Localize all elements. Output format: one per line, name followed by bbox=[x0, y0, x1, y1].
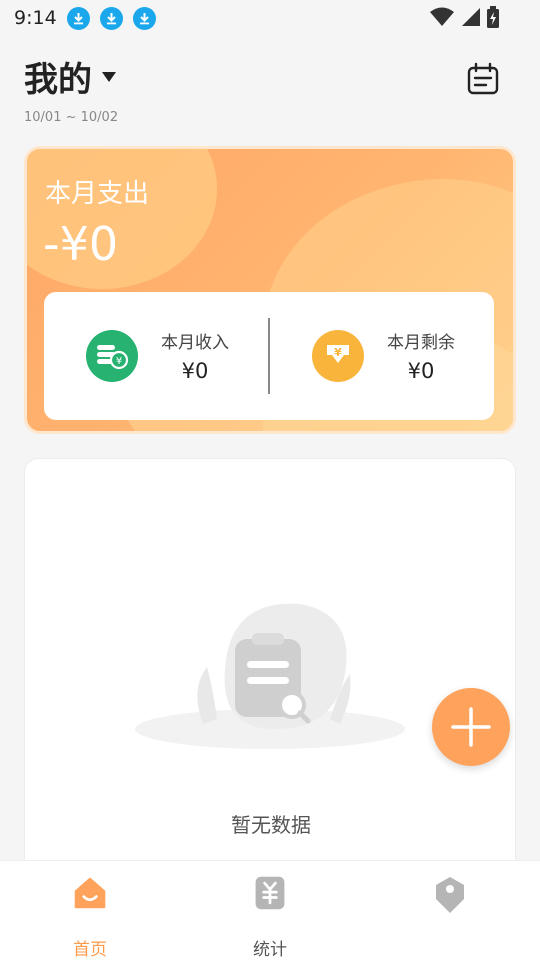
monthly-remaining-value: ¥0 bbox=[407, 359, 435, 383]
monthly-expense-label: 本月支出 bbox=[45, 179, 150, 209]
divider bbox=[268, 318, 270, 394]
wifi-icon bbox=[430, 7, 454, 26]
page-title: 我的 bbox=[24, 60, 92, 100]
yen-down-icon: ¥ bbox=[312, 329, 364, 382]
monthly-income: ¥ 本月收入 ¥0 bbox=[86, 328, 238, 383]
system-tray bbox=[430, 6, 500, 28]
status-time: 9:14 bbox=[14, 7, 57, 29]
monthly-income-label: 本月收入 bbox=[161, 333, 229, 353]
download-icon bbox=[99, 6, 123, 30]
download-icon bbox=[132, 6, 156, 30]
monthly-remaining-label: 本月剩余 bbox=[387, 333, 455, 353]
status-bar: 9:14 bbox=[0, 0, 540, 36]
svg-text:¥: ¥ bbox=[116, 356, 122, 367]
transaction-list: 暂无数据 bbox=[24, 458, 516, 898]
monthly-summary-card[interactable]: 本月支出 -¥0 ¥ 本月收入 ¥0 ¥ 本月剩余 ¥0 bbox=[24, 146, 516, 434]
caret-down-icon bbox=[102, 71, 116, 82]
tag-icon bbox=[436, 877, 464, 913]
tab-label: 首页 bbox=[73, 940, 107, 960]
signal-icon bbox=[462, 8, 480, 26]
page-header: 我的 bbox=[24, 52, 116, 101]
monthly-remaining: ¥ 本月剩余 ¥0 bbox=[312, 328, 464, 383]
tab-label: 统计 bbox=[253, 940, 287, 960]
plus-icon bbox=[451, 707, 491, 747]
calendar-icon bbox=[467, 62, 499, 95]
empty-clipboard-icon bbox=[135, 603, 405, 749]
calendar-button[interactable] bbox=[466, 62, 500, 96]
battery-icon bbox=[487, 6, 499, 28]
svg-text:¥: ¥ bbox=[334, 346, 342, 359]
income-remaining-panel: ¥ 本月收入 ¥0 ¥ 本月剩余 ¥0 bbox=[44, 292, 494, 420]
monthly-income-value: ¥0 bbox=[181, 359, 209, 383]
tab-statistics[interactable]: 统计 bbox=[180, 861, 360, 960]
date-range: 10/01 ~ 10/02 bbox=[24, 110, 119, 125]
yen-receipt-icon bbox=[255, 876, 285, 910]
tab-home[interactable]: 首页 bbox=[0, 861, 180, 960]
empty-state-text: 暂无数据 bbox=[231, 813, 311, 837]
account-selector[interactable]: 我的 bbox=[24, 52, 116, 101]
monthly-expense-amount: -¥0 bbox=[43, 217, 119, 271]
coins-icon: ¥ bbox=[86, 329, 138, 382]
download-icon bbox=[66, 6, 90, 30]
home-icon bbox=[74, 877, 106, 909]
bottom-tab-bar: 首页 统计 bbox=[0, 860, 540, 960]
tab-tag[interactable] bbox=[360, 861, 540, 960]
add-record-button[interactable] bbox=[432, 688, 510, 766]
